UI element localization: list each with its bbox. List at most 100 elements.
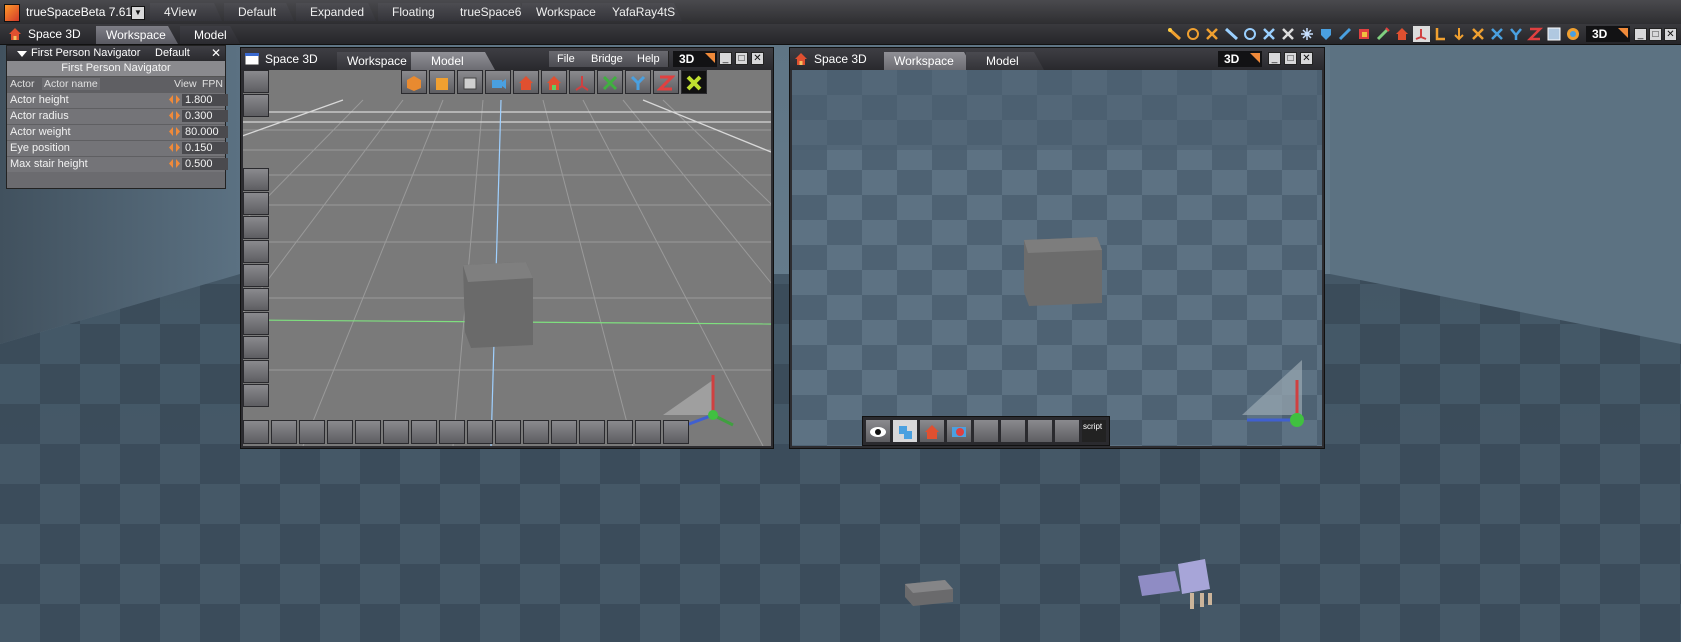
menu-help[interactable]: Help	[629, 51, 669, 67]
y-axis-icon[interactable]	[1508, 26, 1525, 42]
maximize-button[interactable]: □	[1649, 28, 1662, 41]
render-icon[interactable]	[243, 168, 269, 191]
model-window-tab-model[interactable]: Model	[411, 52, 495, 70]
all-axes-icon[interactable]	[681, 70, 707, 94]
home-nav-icon[interactable]	[919, 419, 945, 443]
grid-view-icon[interactable]	[973, 419, 999, 443]
space-3d-badge[interactable]: 3D	[1586, 26, 1630, 42]
bottom-axis-icon[interactable]	[663, 420, 689, 444]
tab-model[interactable]: Model	[180, 26, 240, 44]
bottom-bomb-icon[interactable]	[579, 420, 605, 444]
z-axis-lock-icon[interactable]	[653, 70, 679, 94]
spinner-icon[interactable]	[169, 127, 180, 136]
layout-tab-truespace6[interactable]: trueSpace6	[446, 3, 528, 21]
y-axis-lock-icon[interactable]	[625, 70, 651, 94]
bottom-cylinder-icon[interactable]	[411, 420, 437, 444]
people-icon[interactable]	[243, 312, 269, 335]
script-icon[interactable]: script	[1081, 419, 1107, 443]
wheel-icon[interactable]	[1000, 419, 1026, 443]
cube-tool-icon[interactable]	[429, 70, 455, 94]
camera-tool-icon[interactable]	[485, 70, 511, 94]
zoom-tool-icon[interactable]	[1261, 26, 1278, 42]
workspace-close-button[interactable]: ✕	[1300, 52, 1313, 65]
model-minimize-button[interactable]: _	[719, 52, 732, 65]
plane-tool-icon[interactable]	[457, 70, 483, 94]
l-tool-icon[interactable]	[1432, 26, 1449, 42]
snowflake-tool-icon[interactable]	[1299, 26, 1316, 42]
bottom-spline-icon[interactable]	[495, 420, 521, 444]
col-fpn[interactable]: FPN	[202, 78, 223, 90]
actor-height-field[interactable]: 1.800	[182, 94, 228, 106]
model-viewport[interactable]	[243, 70, 771, 446]
paint-tool-icon[interactable]	[1356, 26, 1373, 42]
axis-gizmo-icon[interactable]	[569, 70, 595, 94]
select-tool-icon[interactable]	[1223, 26, 1240, 42]
bottom-grid-icon[interactable]	[439, 420, 465, 444]
workspace-viewport[interactable]	[792, 70, 1322, 446]
layout-tab-4view[interactable]: 4View	[150, 3, 222, 21]
select-shape-icon[interactable]	[243, 70, 269, 93]
shield-tool-icon[interactable]	[1318, 26, 1335, 42]
fpn-header[interactable]: First Person Navigator Default ✕	[7, 46, 225, 61]
model-maximize-button[interactable]: □	[735, 52, 748, 65]
workspace-minimize-button[interactable]: _	[1268, 52, 1281, 65]
cube-view-icon[interactable]	[1054, 419, 1080, 443]
model-3d-badge[interactable]: 3D	[673, 51, 717, 67]
rope-icon[interactable]	[243, 192, 269, 215]
model-window-tab-workspace[interactable]: Workspace	[337, 52, 421, 70]
tools-icon[interactable]	[243, 360, 269, 383]
bottom-paint-icon[interactable]	[467, 420, 493, 444]
spheres-icon[interactable]	[243, 216, 269, 239]
collapse-triangle-icon[interactable]	[17, 51, 27, 57]
eye-icon[interactable]	[865, 419, 891, 443]
rotate-tool-icon[interactable]	[1185, 26, 1202, 42]
bottom-plane-icon[interactable]	[607, 420, 633, 444]
material-ball-icon[interactable]	[243, 264, 269, 287]
pick-tool-icon[interactable]	[1166, 26, 1183, 42]
layout-tab-workspace[interactable]: Workspace	[522, 3, 606, 21]
workspace-3d-badge[interactable]: 3D	[1218, 51, 1262, 67]
color-wheel-icon[interactable]	[1565, 26, 1582, 42]
layout-tab-yafaray4ts[interactable]: YafaRay4tS	[598, 3, 682, 21]
bottom-cube-icon[interactable]	[243, 420, 269, 444]
col-view[interactable]: View	[174, 78, 197, 90]
minimize-button[interactable]: _	[1634, 28, 1647, 41]
home-view-2-icon[interactable]	[541, 70, 567, 94]
orbit-tool-icon[interactable]	[1242, 26, 1259, 42]
menu-file[interactable]: File	[549, 51, 584, 67]
open-box-icon[interactable]	[243, 288, 269, 311]
x-axis-icon[interactable]	[1470, 26, 1487, 42]
model-window-header[interactable]: Space 3D Workspace Model File Bridge Hel…	[241, 48, 773, 70]
bottom-texture-icon[interactable]	[551, 420, 577, 444]
brush-tool-icon[interactable]	[1337, 26, 1354, 42]
home-view-icon[interactable]	[513, 70, 539, 94]
layout-tab-expanded[interactable]: Expanded	[296, 3, 376, 21]
bottom-cone-icon[interactable]	[271, 420, 297, 444]
pencil-tool-icon[interactable]	[1375, 26, 1392, 42]
bottom-camera-icon[interactable]	[299, 420, 325, 444]
down-arrow-tool-icon[interactable]	[1451, 26, 1468, 42]
buildings-icon[interactable]	[243, 336, 269, 359]
actor-radius-field[interactable]: 0.300	[182, 110, 228, 122]
axis-tool-icon[interactable]	[1413, 26, 1430, 42]
prism-icon[interactable]	[243, 240, 269, 263]
bottom-mesh-icon[interactable]	[355, 420, 381, 444]
workspace-window-tab-workspace[interactable]: Workspace	[884, 52, 974, 70]
spinner-icon[interactable]	[169, 159, 180, 168]
spinner-icon[interactable]	[169, 143, 180, 152]
workspace-window-tab-model[interactable]: Model	[966, 52, 1044, 70]
add-shape-icon[interactable]	[243, 94, 269, 117]
layout-tab-default[interactable]: Default	[224, 3, 294, 21]
spinner-icon[interactable]	[169, 111, 180, 120]
bottom-cut-icon[interactable]	[523, 420, 549, 444]
tab-workspace[interactable]: Workspace	[96, 26, 178, 44]
walk-icon[interactable]	[1027, 419, 1053, 443]
scale-tool-icon[interactable]	[1204, 26, 1221, 42]
navigate-icon[interactable]	[892, 419, 918, 443]
pan-tool-icon[interactable]	[1280, 26, 1297, 42]
spinner-icon[interactable]	[169, 95, 180, 104]
z-axis-icon[interactable]	[1527, 26, 1544, 42]
col-actor-name[interactable]: Actor name	[42, 78, 100, 90]
x-axis-blue-icon[interactable]	[1489, 26, 1506, 42]
object-tool-icon[interactable]	[401, 70, 427, 94]
